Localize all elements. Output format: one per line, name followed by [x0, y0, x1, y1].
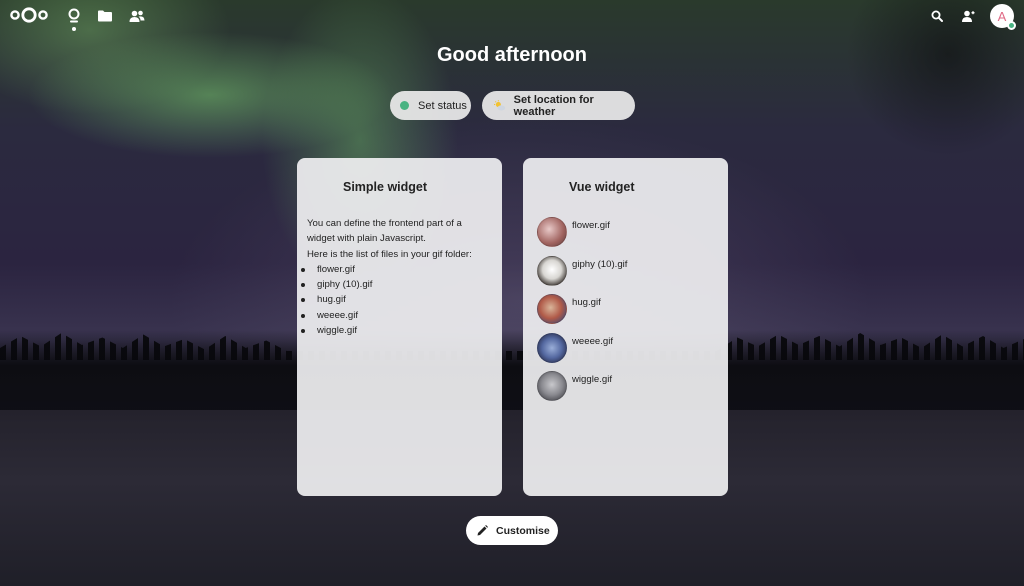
set-status-button[interactable]: Set status [390, 91, 471, 120]
nextcloud-logo[interactable] [9, 6, 49, 24]
online-status-icon [400, 101, 409, 110]
avatar-initial: A [997, 8, 1007, 24]
contacts-menu-icon[interactable] [957, 5, 979, 27]
search-icon[interactable] [926, 5, 948, 27]
gif-file-list: flower.gif giphy (10).gif hug.gif weeee.… [299, 262, 497, 338]
vue-widget-panel: Vue widget flower.gif giphy (10).gif hug… [523, 158, 728, 496]
file-name: flower.gif [572, 220, 610, 231]
list-item[interactable]: giphy (10).gif [537, 255, 717, 294]
simple-widget-intro-line: You can define the frontend part of a [307, 218, 462, 229]
contacts-icon[interactable] [127, 6, 147, 26]
weather-icon [494, 99, 506, 110]
vue-widget-title: Vue widget [569, 180, 635, 194]
folder-icon[interactable] [95, 6, 115, 26]
file-name: weeee.gif [572, 335, 614, 347]
gif-thumbnail [537, 294, 567, 324]
file-name: hug.gif [572, 297, 601, 308]
list-item[interactable]: wiggle.gif [537, 370, 717, 409]
user-avatar[interactable]: A [990, 4, 1016, 30]
gif-thumbnail [537, 332, 567, 363]
set-weather-location-button[interactable]: Set location for weather [482, 91, 635, 120]
set-weather-location-label: Set location for weather [513, 93, 594, 118]
file-name: giphy (10).gif [572, 258, 628, 270]
online-status-dot [1007, 21, 1016, 30]
simple-widget-intro-line: Here is the list of files in your gif fo… [307, 248, 472, 260]
gif-thumbnail [537, 371, 567, 401]
dashboard-icon[interactable] [64, 6, 84, 26]
list-item: hug.gif [299, 292, 497, 307]
pencil-icon [477, 525, 488, 536]
gif-thumbnail [537, 255, 567, 286]
active-indicator [72, 27, 76, 31]
customise-button[interactable]: Customise [466, 516, 558, 545]
lake [0, 410, 1024, 586]
header: A [0, 0, 1024, 32]
list-item[interactable]: flower.gif [537, 216, 717, 255]
list-item: wiggle.gif [299, 323, 497, 338]
list-item[interactable]: weeee.gif [537, 332, 717, 371]
background-image [0, 0, 1024, 586]
set-status-label: Set status [418, 99, 467, 112]
file-name: wiggle.gif [572, 374, 612, 385]
list-item[interactable]: hug.gif [537, 293, 717, 332]
simple-widget-intro-line: widget with plain Javascript. [307, 233, 426, 245]
simple-widget-title: Simple widget [343, 180, 428, 194]
vue-file-list: flower.gif giphy (10).gif hug.gif weeee.… [537, 216, 717, 409]
simple-widget-body: You can define the frontend part of a wi… [301, 216, 497, 338]
greeting-title: Good afternoon [437, 44, 587, 66]
list-item: flower.gif [299, 262, 497, 277]
list-item: weeee.gif [299, 308, 497, 323]
simple-widget-panel: Simple widget You can define the fronten… [297, 158, 502, 496]
gif-thumbnail [537, 217, 567, 247]
customise-label: Customise [496, 524, 550, 537]
list-item: giphy (10).gif [299, 277, 497, 292]
